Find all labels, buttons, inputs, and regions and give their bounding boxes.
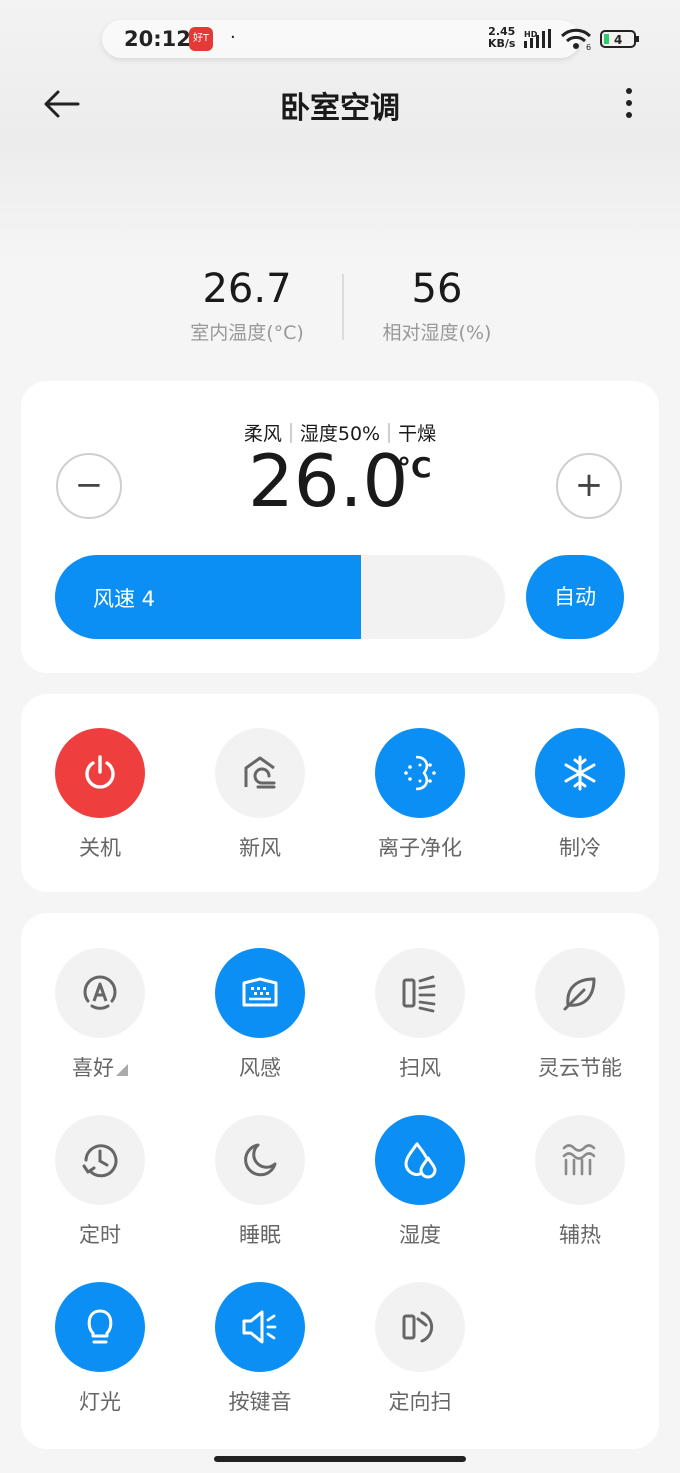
wind-feel-icon [242,977,278,1007]
moon-icon [244,1143,277,1177]
battery-level: 4 [614,33,622,47]
aux-heat-button[interactable]: 辅热 [500,1115,660,1249]
light-label: 灯光 [79,1390,121,1414]
cooling-button[interactable]: 制冷 [500,728,660,862]
network-speed: 2.45 KB/s [488,26,515,50]
key-sound-circle [215,1282,305,1372]
directional-swing-label: 定向扫 [388,1390,452,1414]
page-title: 卧室空调 [280,91,400,126]
directional-swing-button[interactable]: 定向扫 [340,1282,500,1416]
sleep-button[interactable]: 睡眠 [180,1115,340,1249]
temp-increase-button[interactable]: + [556,453,622,519]
preference-button[interactable]: 喜好 [20,948,180,1082]
power-off-button[interactable]: 关机 [20,728,180,862]
primary-functions-card: 关机 新风 离子净化 制冷 [21,694,659,892]
light-bulb-icon [87,1309,113,1344]
key-sound-label: 按键音 [228,1390,292,1414]
eco-button[interactable]: 灵云节能 [500,948,660,1082]
app-notification-icon: 好T [189,27,213,51]
humidity-reading: 56 相对湿度(%) [337,266,537,345]
wifi-icon: 6 [560,28,591,50]
ion-purify-circle [375,728,465,818]
swing-button[interactable]: 扫风 [340,948,500,1082]
humidity-circle [375,1115,465,1205]
swing-circle [375,948,465,1038]
wind-feel-label: 风感 [239,1056,281,1080]
indoor-temp-label: 室内温度(°C) [190,322,304,344]
aux-heat-label: 辅热 [559,1223,601,1247]
dropdown-corner-icon [116,1064,128,1076]
key-sound-button[interactable]: 按键音 [180,1282,340,1416]
ion-purify-icon [404,755,436,791]
humidity-label: 相对湿度(%) [382,322,492,344]
set-temperature: 26.0 [248,439,409,523]
humidity-drop-icon [404,1142,437,1179]
cooling-label: 制冷 [559,836,601,860]
preference-label: 喜好 [20,1052,180,1082]
fan-speed-slider[interactable]: 风速 4 [55,555,505,639]
temperature-card: 柔风 湿度50% 干燥 − 26.0 °C + 风速 4 自动 [21,381,659,673]
eco-label: 灵云节能 [538,1056,622,1080]
battery-icon: 4 [600,30,639,48]
power-label: 关机 [79,836,121,860]
leaf-icon [563,977,596,1011]
fan-speed-label: 风速 4 [93,587,156,611]
light-circle [55,1282,145,1372]
preference-icon [83,975,117,1010]
indoor-temp-value: 26.7 [202,266,292,312]
swing-icon [402,975,436,1013]
notification-dot: · [230,27,236,48]
secondary-functions-card: 喜好 风感 扫风 灵云节能 定时 睡眠 湿度 辅热 灯光 按键音 定向扫 [21,913,659,1449]
preference-text: 喜好 [72,1056,114,1080]
directional-swing-icon [402,1311,434,1343]
more-vertical-icon [626,88,632,118]
home-indicator[interactable] [214,1456,466,1462]
fresh-air-circle [215,728,305,818]
directional-swing-circle [375,1282,465,1372]
timer-circle [55,1115,145,1205]
status-time: 20:12 [124,27,191,51]
humidity-button[interactable]: 湿度 [340,1115,500,1249]
timer-label: 定时 [79,1223,121,1247]
timer-button[interactable]: 定时 [20,1115,180,1249]
status-bar: 20:12 好T · 2.45 KB/s HD 6 4 [102,20,639,58]
aux-heat-icon [562,1144,596,1176]
humidity-value: 56 [411,266,463,312]
network-badge: HD [524,30,538,39]
temperature-unit: °C [397,451,432,484]
auto-fan-button[interactable]: 自动 [526,555,624,639]
sleep-label: 睡眠 [239,1223,281,1247]
wind-feel-button[interactable]: 风感 [180,948,340,1082]
timer-icon [82,1144,118,1178]
network-speed-unit: KB/s [488,37,516,50]
sleep-circle [215,1115,305,1205]
snowflake-icon [564,755,596,791]
ion-purify-button[interactable]: 离子净化 [340,728,500,862]
speaker-icon [242,1310,277,1344]
swing-label: 扫风 [399,1056,441,1080]
cooling-circle [535,728,625,818]
signal-icon: HD [524,29,551,48]
light-button[interactable]: 灯光 [20,1282,180,1416]
power-circle [55,728,145,818]
more-button[interactable] [614,84,644,124]
indoor-temp-reading: 26.7 室内温度(°C) [147,266,347,345]
power-icon [85,755,115,789]
temp-decrease-button[interactable]: − [56,453,122,519]
fresh-air-button[interactable]: 新风 [180,728,340,862]
aux-heat-circle [535,1115,625,1205]
wifi-badge: 6 [586,43,591,50]
wind-feel-circle [215,948,305,1038]
ion-purify-label: 离子净化 [378,836,462,860]
eco-circle [535,948,625,1038]
preference-circle [55,948,145,1038]
fresh-air-icon [244,756,276,789]
humidity-label-button: 湿度 [399,1223,441,1247]
fresh-air-label: 新风 [239,836,281,860]
